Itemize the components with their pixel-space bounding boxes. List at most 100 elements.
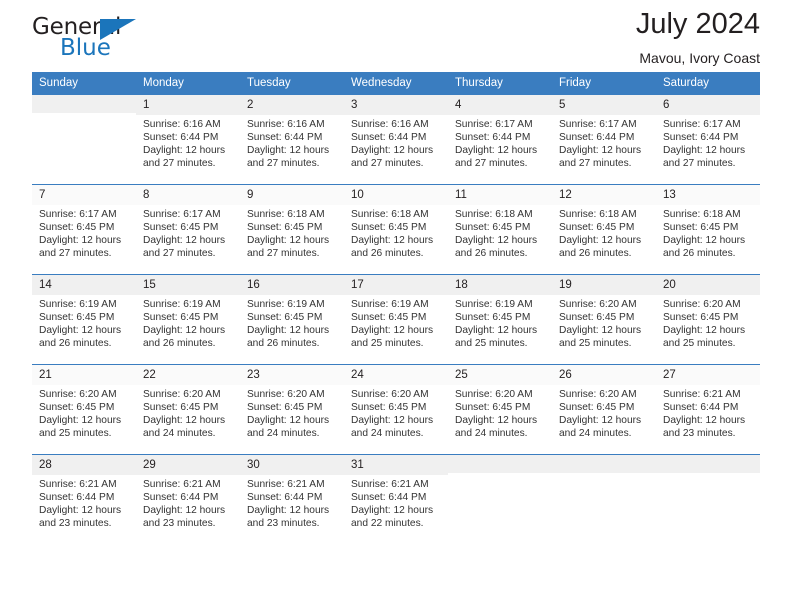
daylight-text: Daylight: 12 hours bbox=[143, 325, 226, 337]
day-details: Sunrise: 6:18 AM Sunset: 6:45 PM Daylight:… bbox=[240, 205, 344, 261]
day-details bbox=[552, 473, 656, 476]
sunrise-text: Sunrise: 6:20 AM bbox=[351, 388, 429, 400]
sunset-text: Sunset: 6:45 PM bbox=[247, 311, 323, 323]
calendar-day-cell[interactable]: 14 Sunrise: 6:19 AM Sunset: 6:45 PM Dayligh… bbox=[32, 274, 136, 365]
calendar-day-cell[interactable]: 12 Sunrise: 6:18 AM Sunset: 6:45 PM Dayligh… bbox=[552, 184, 656, 275]
sunset-text: Sunset: 6:45 PM bbox=[39, 221, 115, 233]
daylight-text-cont: and 27 minutes. bbox=[663, 158, 736, 170]
calendar-day-cell[interactable]: 7 Sunrise: 6:17 AM Sunset: 6:45 PM Daylight… bbox=[32, 184, 136, 275]
sunset-text: Sunset: 6:45 PM bbox=[559, 311, 635, 323]
calendar-day-cell[interactable]: 3 Sunrise: 6:16 AM Sunset: 6:44 PM Daylight… bbox=[344, 94, 448, 185]
calendar-day-cell[interactable]: 9 Sunrise: 6:18 AM Sunset: 6:45 PM Daylight… bbox=[240, 184, 344, 275]
sunset-text: Sunset: 6:44 PM bbox=[351, 491, 427, 503]
sunrise-text: Sunrise: 6:18 AM bbox=[351, 208, 429, 220]
calendar-day-cell[interactable]: 28 Sunrise: 6:21 AM Sunset: 6:44 PM Dayligh… bbox=[32, 454, 136, 545]
sunset-text: Sunset: 6:44 PM bbox=[351, 131, 427, 143]
sunset-text: Sunset: 6:45 PM bbox=[351, 401, 427, 413]
day-number: 21 bbox=[32, 365, 136, 385]
calendar-day-cell[interactable]: 4 Sunrise: 6:17 AM Sunset: 6:44 PM Daylight… bbox=[448, 94, 552, 185]
day-details: Sunrise: 6:16 AM Sunset: 6:44 PM Daylight:… bbox=[344, 115, 448, 171]
day-details: Sunrise: 6:20 AM Sunset: 6:45 PM Daylight:… bbox=[552, 295, 656, 351]
day-number: 27 bbox=[656, 365, 760, 385]
calendar-day-cell[interactable]: 13 Sunrise: 6:18 AM Sunset: 6:45 PM Dayligh… bbox=[656, 184, 760, 275]
day-details: Sunrise: 6:18 AM Sunset: 6:45 PM Daylight:… bbox=[344, 205, 448, 261]
day-number: 6 bbox=[656, 95, 760, 115]
daylight-text: Daylight: 12 hours bbox=[247, 325, 330, 337]
sunrise-text: Sunrise: 6:18 AM bbox=[247, 208, 325, 220]
daylight-text: Daylight: 12 hours bbox=[559, 235, 642, 247]
calendar-empty-cell bbox=[32, 94, 136, 185]
daylight-text: Daylight: 12 hours bbox=[39, 235, 122, 247]
calendar-day-cell[interactable]: 20 Sunrise: 6:20 AM Sunset: 6:45 PM Dayligh… bbox=[656, 274, 760, 365]
daylight-text: Daylight: 12 hours bbox=[351, 235, 434, 247]
day-details: Sunrise: 6:21 AM Sunset: 6:44 PM Daylight:… bbox=[32, 475, 136, 531]
day-details: Sunrise: 6:21 AM Sunset: 6:44 PM Daylight:… bbox=[136, 475, 240, 531]
daylight-text: Daylight: 12 hours bbox=[39, 415, 122, 427]
sunrise-text: Sunrise: 6:20 AM bbox=[247, 388, 325, 400]
calendar-day-cell[interactable]: 1 Sunrise: 6:16 AM Sunset: 6:44 PM Daylight… bbox=[136, 94, 240, 185]
daylight-text: Daylight: 12 hours bbox=[143, 505, 226, 517]
daylight-text-cont: and 27 minutes. bbox=[143, 248, 216, 260]
calendar-day-cell[interactable]: 19 Sunrise: 6:20 AM Sunset: 6:45 PM Dayligh… bbox=[552, 274, 656, 365]
calendar-day-cell[interactable]: 8 Sunrise: 6:17 AM Sunset: 6:45 PM Daylight… bbox=[136, 184, 240, 275]
calendar-day-cell[interactable]: 10 Sunrise: 6:18 AM Sunset: 6:45 PM Dayligh… bbox=[344, 184, 448, 275]
sunset-text: Sunset: 6:45 PM bbox=[247, 401, 323, 413]
calendar-day-cell[interactable]: 18 Sunrise: 6:19 AM Sunset: 6:45 PM Dayligh… bbox=[448, 274, 552, 365]
calendar-day-cell[interactable]: 30 Sunrise: 6:21 AM Sunset: 6:44 PM Dayligh… bbox=[240, 454, 344, 545]
daylight-text: Daylight: 12 hours bbox=[559, 145, 642, 157]
calendar-day-cell[interactable]: 25 Sunrise: 6:20 AM Sunset: 6:45 PM Dayligh… bbox=[448, 364, 552, 455]
sunrise-text: Sunrise: 6:17 AM bbox=[455, 118, 533, 130]
daylight-text-cont: and 24 minutes. bbox=[351, 428, 424, 440]
sunrise-text: Sunrise: 6:17 AM bbox=[143, 208, 221, 220]
calendar-day-cell[interactable]: 22 Sunrise: 6:20 AM Sunset: 6:45 PM Dayligh… bbox=[136, 364, 240, 455]
daylight-text-cont: and 25 minutes. bbox=[559, 338, 632, 350]
sunrise-text: Sunrise: 6:20 AM bbox=[559, 298, 637, 310]
day-number: 24 bbox=[344, 365, 448, 385]
day-details: Sunrise: 6:20 AM Sunset: 6:45 PM Daylight:… bbox=[656, 295, 760, 351]
calendar-day-cell[interactable]: 2 Sunrise: 6:16 AM Sunset: 6:44 PM Daylight… bbox=[240, 94, 344, 185]
daylight-text: Daylight: 12 hours bbox=[143, 235, 226, 247]
sunset-text: Sunset: 6:44 PM bbox=[247, 491, 323, 503]
calendar-day-cell[interactable]: 23 Sunrise: 6:20 AM Sunset: 6:45 PM Dayligh… bbox=[240, 364, 344, 455]
day-number bbox=[32, 95, 136, 113]
calendar-day-cell[interactable]: 15 Sunrise: 6:19 AM Sunset: 6:45 PM Dayligh… bbox=[136, 274, 240, 365]
calendar-day-cell[interactable]: 27 Sunrise: 6:21 AM Sunset: 6:44 PM Dayligh… bbox=[656, 364, 760, 455]
day-number: 7 bbox=[32, 185, 136, 205]
page-header: General Blue July 2024 Mavou, Ivory Coas… bbox=[32, 0, 760, 72]
day-number: 20 bbox=[656, 275, 760, 295]
day-details: Sunrise: 6:17 AM Sunset: 6:45 PM Daylight:… bbox=[32, 205, 136, 261]
calendar-day-cell[interactable]: 29 Sunrise: 6:21 AM Sunset: 6:44 PM Dayligh… bbox=[136, 454, 240, 545]
sunrise-text: Sunrise: 6:20 AM bbox=[455, 388, 533, 400]
weekday-header-tuesday: Tuesday bbox=[240, 72, 344, 95]
calendar-day-cell[interactable]: 21 Sunrise: 6:20 AM Sunset: 6:45 PM Dayligh… bbox=[32, 364, 136, 455]
sunset-text: Sunset: 6:45 PM bbox=[247, 221, 323, 233]
day-details: Sunrise: 6:20 AM Sunset: 6:45 PM Daylight:… bbox=[448, 385, 552, 441]
day-number: 4 bbox=[448, 95, 552, 115]
calendar-day-cell[interactable]: 17 Sunrise: 6:19 AM Sunset: 6:45 PM Dayligh… bbox=[344, 274, 448, 365]
calendar-day-cell[interactable]: 6 Sunrise: 6:17 AM Sunset: 6:44 PM Daylight… bbox=[656, 94, 760, 185]
daylight-text: Daylight: 12 hours bbox=[143, 145, 226, 157]
daylight-text: Daylight: 12 hours bbox=[39, 505, 122, 517]
calendar-page: General Blue July 2024 Mavou, Ivory Coas… bbox=[0, 0, 792, 612]
sunrise-text: Sunrise: 6:21 AM bbox=[351, 478, 429, 490]
weekday-header-monday: Monday bbox=[136, 72, 240, 95]
calendar-day-cell[interactable]: 5 Sunrise: 6:17 AM Sunset: 6:44 PM Daylight… bbox=[552, 94, 656, 185]
sunrise-text: Sunrise: 6:21 AM bbox=[39, 478, 117, 490]
day-number: 5 bbox=[552, 95, 656, 115]
daylight-text: Daylight: 12 hours bbox=[663, 325, 746, 337]
calendar-day-cell[interactable]: 31 Sunrise: 6:21 AM Sunset: 6:44 PM Dayligh… bbox=[344, 454, 448, 545]
general-blue-logo[interactable]: General Blue bbox=[32, 16, 162, 64]
calendar-day-cell[interactable]: 24 Sunrise: 6:20 AM Sunset: 6:45 PM Dayligh… bbox=[344, 364, 448, 455]
day-details: Sunrise: 6:20 AM Sunset: 6:45 PM Daylight:… bbox=[136, 385, 240, 441]
day-number: 22 bbox=[136, 365, 240, 385]
day-number bbox=[552, 455, 656, 473]
calendar-day-cell[interactable]: 26 Sunrise: 6:20 AM Sunset: 6:45 PM Dayligh… bbox=[552, 364, 656, 455]
calendar-day-cell[interactable]: 16 Sunrise: 6:19 AM Sunset: 6:45 PM Dayligh… bbox=[240, 274, 344, 365]
daylight-text-cont: and 25 minutes. bbox=[455, 338, 528, 350]
day-details: Sunrise: 6:19 AM Sunset: 6:45 PM Daylight:… bbox=[448, 295, 552, 351]
calendar-day-cell[interactable]: 11 Sunrise: 6:18 AM Sunset: 6:45 PM Dayligh… bbox=[448, 184, 552, 275]
sunrise-text: Sunrise: 6:17 AM bbox=[559, 118, 637, 130]
day-details bbox=[32, 113, 136, 116]
day-number: 31 bbox=[344, 455, 448, 475]
sunrise-text: Sunrise: 6:18 AM bbox=[663, 208, 741, 220]
